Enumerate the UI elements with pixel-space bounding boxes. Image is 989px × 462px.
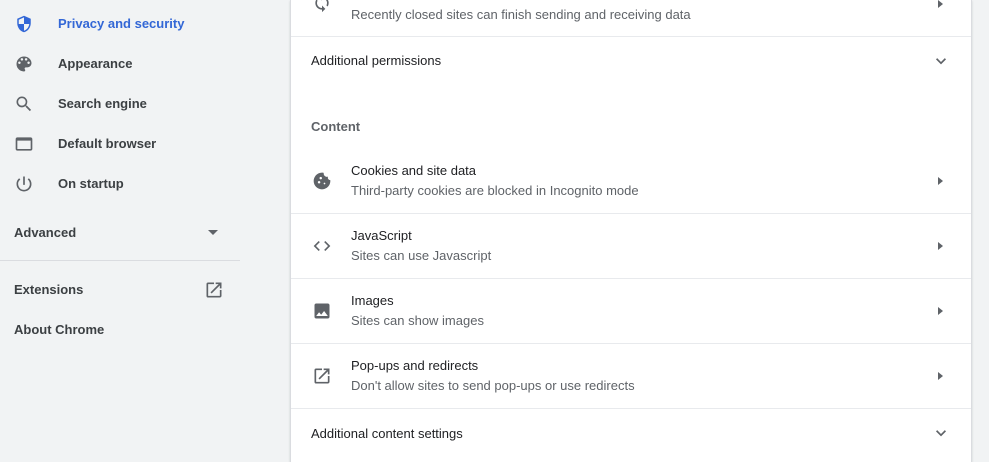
cookie-icon — [311, 170, 333, 192]
settings-row-background-sync[interactable]: Recently closed sites can finish sending… — [291, 0, 971, 37]
settings-row-javascript[interactable]: JavaScript Sites can use Javascript — [291, 214, 971, 279]
sidebar-divider — [0, 260, 240, 261]
image-icon — [311, 300, 333, 322]
chevron-right-icon — [938, 0, 943, 8]
chevron-down-icon[interactable] — [208, 230, 218, 235]
sidebar-item-label: On startup — [58, 176, 124, 191]
additional-content-settings-expander[interactable]: Additional content settings — [291, 409, 971, 457]
chevron-right-icon — [938, 307, 943, 315]
sidebar-item-label: Privacy and security — [58, 16, 185, 31]
settings-card: Recently closed sites can finish sending… — [290, 0, 972, 462]
chevron-down-icon[interactable] — [931, 423, 951, 443]
settings-row-cookies[interactable]: Cookies and site data Third-party cookie… — [291, 149, 971, 214]
section-header-content: Content — [311, 119, 361, 134]
chevron-right-icon — [938, 242, 943, 250]
sidebar-item-label: Default browser — [58, 136, 157, 151]
sidebar-item-about-chrome[interactable]: About Chrome — [14, 322, 104, 337]
sidebar-item-extensions[interactable]: Extensions — [14, 282, 83, 297]
code-icon — [311, 235, 333, 257]
row-subtitle: Don't allow sites to send pop-ups or use… — [351, 378, 635, 393]
palette-icon — [14, 54, 34, 74]
open-in-new-icon — [311, 365, 333, 387]
settings-row-images[interactable]: Images Sites can show images — [291, 279, 971, 344]
sidebar-item-default-browser[interactable]: Default browser — [0, 124, 240, 164]
shield-icon — [14, 14, 34, 34]
power-icon — [14, 174, 34, 194]
row-title: Images — [351, 293, 394, 308]
sidebar-item-label: Search engine — [58, 96, 147, 111]
sidebar-item-privacy-and-security[interactable]: Privacy and security — [0, 4, 240, 44]
row-subtitle: Recently closed sites can finish sending… — [351, 7, 691, 22]
row-title: Pop-ups and redirects — [351, 358, 479, 373]
row-title: JavaScript — [351, 228, 412, 243]
row-title: Additional content settings — [311, 426, 463, 441]
row-title: Cookies and site data — [351, 163, 477, 178]
settings-row-popups[interactable]: Pop-ups and redirects Don't allow sites … — [291, 344, 971, 409]
sidebar-item-appearance[interactable]: Appearance — [0, 44, 240, 84]
chevron-down-icon[interactable] — [931, 51, 951, 71]
additional-permissions-expander[interactable]: Additional permissions — [291, 37, 971, 85]
open-in-new-icon[interactable] — [204, 280, 224, 300]
browser-window-icon — [14, 134, 34, 154]
chevron-right-icon — [938, 177, 943, 185]
row-subtitle: Sites can use Javascript — [351, 248, 492, 263]
search-icon — [14, 94, 34, 114]
sidebar: Privacy and security Appearance Search e… — [0, 0, 240, 462]
sidebar-item-search-engine[interactable]: Search engine — [0, 84, 240, 124]
sidebar-item-on-startup[interactable]: On startup — [0, 164, 240, 204]
row-subtitle: Third-party cookies are blocked in Incog… — [351, 183, 639, 198]
sync-icon — [311, 0, 333, 14]
sidebar-item-label: Appearance — [58, 56, 133, 71]
row-title: Additional permissions — [311, 53, 442, 68]
chevron-right-icon — [938, 372, 943, 380]
sidebar-advanced-toggle[interactable]: Advanced — [14, 225, 76, 240]
row-subtitle: Sites can show images — [351, 313, 484, 328]
